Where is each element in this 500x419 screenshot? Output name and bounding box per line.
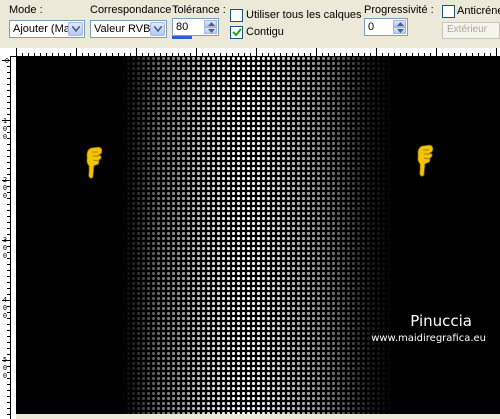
ruler-number: 0 — [2, 364, 8, 372]
tool-options-toolbar: Mode : Ajouter (Maj) Correspondance : Va… — [0, 0, 500, 49]
ruler-tick — [7, 144, 10, 145]
antialias-label: Anticrénel — [457, 5, 500, 17]
ruler-tick — [7, 168, 10, 169]
ruler-tick — [7, 150, 10, 151]
ruler-number: 3 — [2, 236, 8, 244]
contiguous-checkbox[interactable] — [230, 26, 243, 39]
ruler-tick — [7, 402, 10, 403]
ruler-tick — [7, 348, 10, 349]
ruler-tick — [7, 102, 10, 103]
feather-label: Progressivité : — [364, 4, 434, 16]
ruler-number: 0 — [2, 244, 8, 252]
feather-value: 0 — [368, 21, 375, 33]
ruler-tick — [7, 396, 10, 397]
ruler-number: 0 — [2, 184, 8, 192]
ruler-number: 0 — [2, 133, 8, 141]
image-canvas[interactable]: Pinuccia www.maidiregrafica.eu — [16, 56, 500, 414]
ruler-number: 4 — [2, 296, 8, 304]
ruler-tick — [2, 60, 10, 61]
tolerance-label: Tolérance : — [172, 4, 226, 16]
ruler-tick — [7, 324, 10, 325]
ruler-tick — [7, 96, 10, 97]
ruler-tick — [7, 330, 10, 331]
use-all-layers-checkbox[interactable] — [230, 9, 243, 22]
spin-down-icon[interactable] — [393, 27, 406, 34]
ruler-tick — [7, 390, 10, 391]
ruler-tick — [7, 90, 10, 91]
ruler-tick — [376, 48, 377, 56]
pointing-hand-icon — [417, 144, 434, 177]
ruler-tick — [7, 228, 10, 229]
ruler-tick — [7, 384, 10, 385]
match-mode-label: Correspondance : — [90, 4, 178, 16]
ruler-tick — [7, 108, 10, 109]
ruler-tick — [7, 336, 10, 337]
ruler-tick — [496, 48, 497, 56]
mode-select[interactable]: Ajouter (Maj) — [9, 20, 85, 38]
tolerance-value: 80 — [176, 21, 189, 33]
checkmark-icon — [232, 28, 242, 37]
ruler-number: 2 — [2, 176, 8, 184]
ruler-tick — [7, 294, 10, 295]
ruler-tick — [7, 222, 10, 223]
ruler-tick — [7, 234, 10, 235]
ruler-tick — [7, 78, 10, 79]
halftone-gradient-overlay — [16, 56, 500, 414]
spin-up-icon[interactable] — [393, 20, 406, 27]
ruler-number: 0 — [2, 125, 8, 133]
ruler-number: 0 — [2, 192, 8, 200]
ruler-tick — [7, 162, 10, 163]
ruler-tick — [7, 216, 10, 217]
ruler-tick — [7, 342, 10, 343]
spin-up-icon[interactable] — [204, 20, 217, 27]
tolerance-slider[interactable] — [172, 36, 192, 39]
ruler-tick — [7, 354, 10, 355]
ruler-tick — [7, 204, 10, 205]
ruler-tick — [436, 48, 437, 56]
ruler-tick — [7, 414, 10, 415]
match-mode-select-value: Valeur RVB — [94, 23, 151, 35]
mode-label: Mode : — [9, 4, 43, 16]
ruler-number: 0 — [2, 372, 8, 380]
antialias-checkbox[interactable] — [442, 5, 455, 18]
match-mode-select[interactable]: Valeur RVB — [90, 20, 167, 38]
ruler-tick — [256, 48, 257, 56]
ruler-tick — [76, 48, 77, 56]
ruler-tick — [7, 288, 10, 289]
ruler-number: 0 — [2, 252, 8, 260]
pointing-hand-icon — [86, 146, 103, 179]
ruler-tick — [316, 48, 317, 56]
exterior-button: Extérieur — [442, 22, 500, 39]
ruler-tick — [7, 114, 10, 115]
ruler-tick — [7, 84, 10, 85]
chevron-down-icon[interactable] — [150, 22, 165, 36]
feather-spinner[interactable]: 0 — [364, 18, 408, 36]
chevron-down-icon[interactable] — [68, 22, 83, 36]
spin-down-icon[interactable] — [204, 27, 217, 34]
ruler-tick — [7, 408, 10, 409]
ruler-tick — [7, 270, 10, 271]
ruler-number: 5 — [2, 356, 8, 364]
ruler-tick — [7, 210, 10, 211]
ruler-tick — [196, 48, 197, 56]
watermark-url: www.maidiregrafica.eu — [371, 333, 486, 344]
ruler-tick — [7, 72, 10, 73]
ruler-tick — [7, 156, 10, 157]
ruler-tick — [7, 264, 10, 265]
horizontal-scrollbar[interactable] — [16, 414, 500, 419]
ruler-tick — [7, 66, 10, 67]
ruler-tick — [7, 282, 10, 283]
ruler-tick — [7, 174, 10, 175]
ruler-tick — [136, 48, 137, 56]
use-all-layers-label: Utiliser tous les calques — [246, 9, 362, 21]
contiguous-label: Contigu — [246, 26, 284, 38]
ruler-number: 0 — [2, 312, 8, 320]
mode-select-value: Ajouter (Maj) — [13, 23, 69, 35]
ruler-number: 0 — [2, 304, 8, 312]
ruler-tick — [7, 276, 10, 277]
ruler-tick — [16, 48, 17, 56]
watermark-title: Pinuccia — [410, 312, 472, 330]
tolerance-spinner[interactable]: 80 — [172, 18, 219, 36]
ruler-number: 1 — [2, 117, 8, 125]
